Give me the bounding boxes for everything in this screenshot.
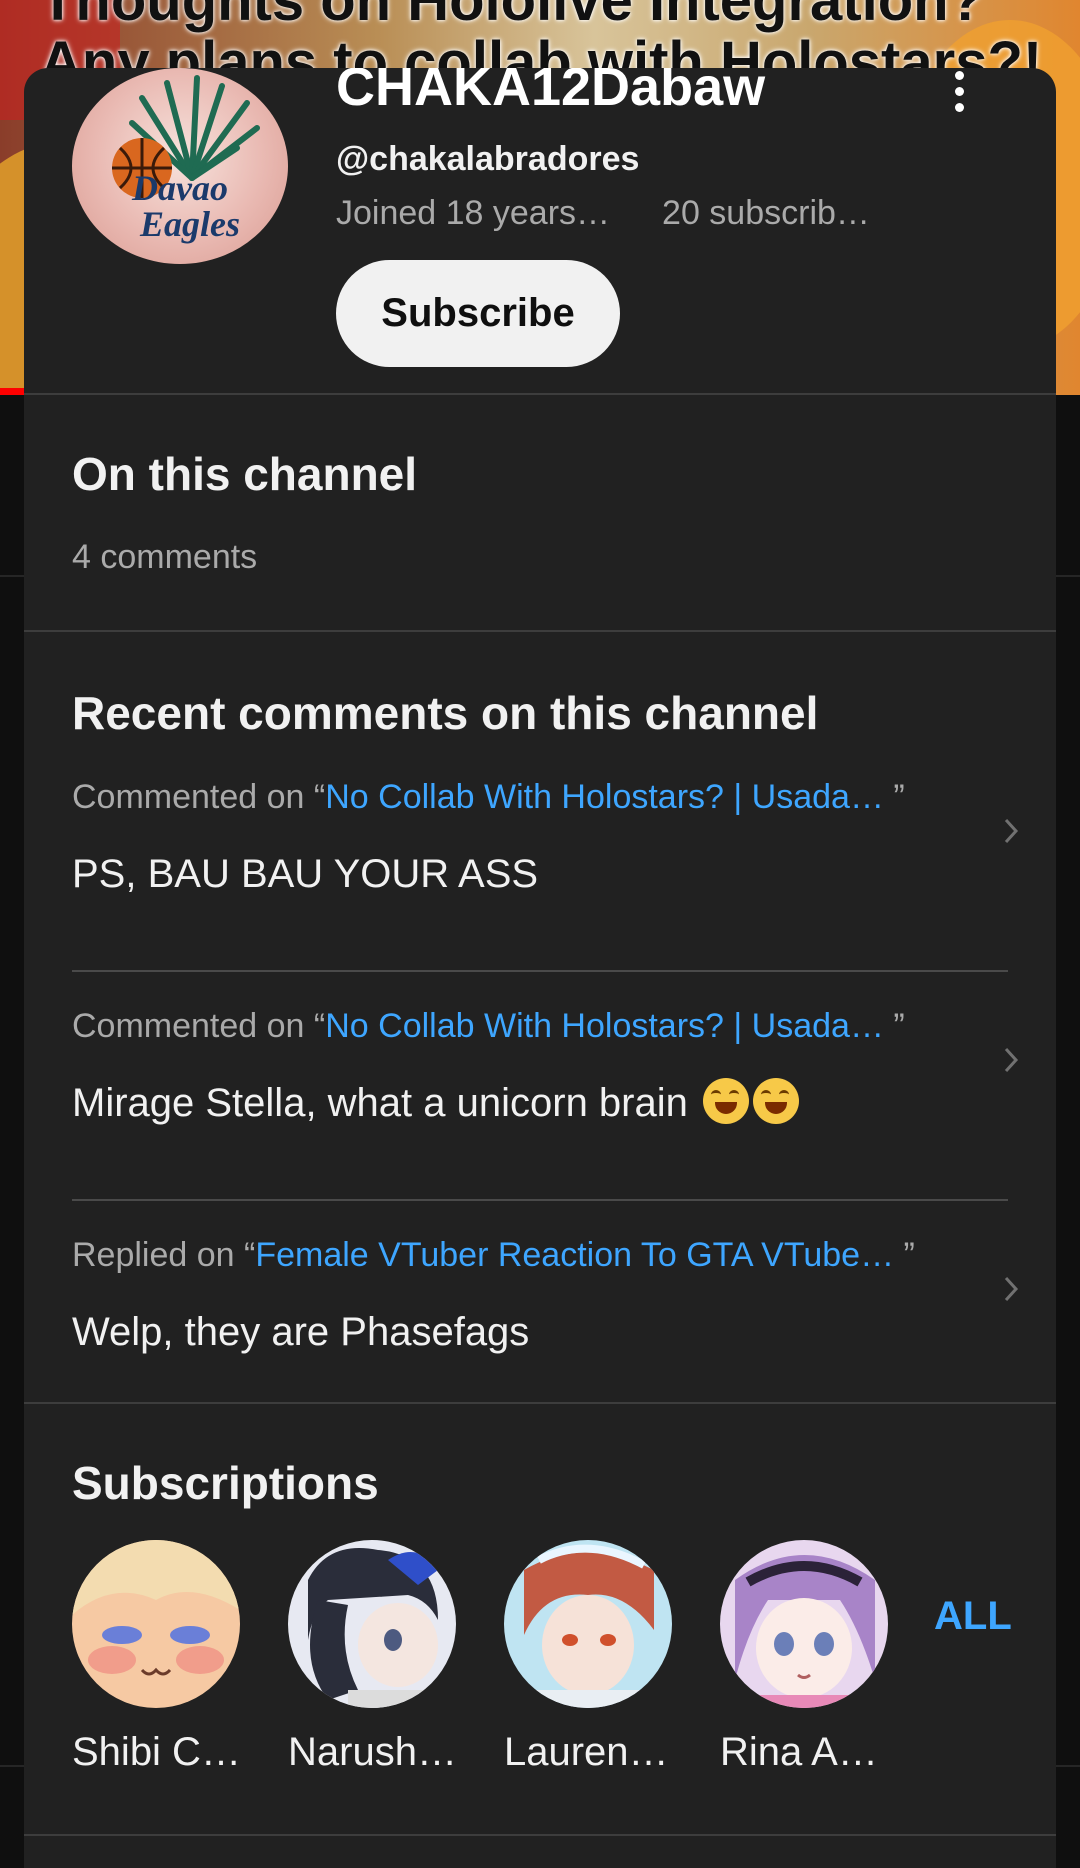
subscription-item[interactable]: Shibi C…: [72, 1540, 242, 1775]
channel-info-sheet: Davao Eagles CHAKA12Dabaw @chakalabrador…: [24, 68, 1056, 1868]
comment-context: Commented on “No Collab With Holostars? …: [72, 778, 905, 817]
more-options-icon[interactable]: [924, 68, 994, 126]
on-this-channel-section: On this channel 4 comments: [24, 395, 1056, 630]
channel-header: Davao Eagles CHAKA12Dabaw @chakalabrador…: [24, 68, 1056, 393]
davao-eagles-logo-icon: Davao Eagles: [112, 75, 260, 244]
subscribe-button[interactable]: Subscribe: [336, 260, 620, 367]
divider: [72, 1199, 1008, 1201]
section-title: Subscriptions: [72, 1457, 379, 1509]
channel-avatar[interactable]: Davao Eagles: [72, 68, 288, 264]
comment-context-suffix: ”: [883, 778, 905, 816]
comment-context: Replied on “Female VTuber Reaction To GT…: [72, 1236, 915, 1275]
comment-context-suffix: ”: [883, 1007, 905, 1045]
subscription-name: Rina A…: [720, 1730, 878, 1774]
subscription-item[interactable]: Lauren…: [504, 1540, 674, 1775]
comment-text: Welp, they are Phasefags: [72, 1310, 530, 1354]
all-subscriptions-link[interactable]: ALL: [934, 1594, 1012, 1639]
laughing-emoji-icon: [703, 1078, 750, 1125]
divider: [24, 1834, 1056, 1836]
comment-context: Commented on “No Collab With Holostars? …: [72, 1007, 905, 1046]
subscription-avatar: [504, 1540, 672, 1708]
comment-item[interactable]: Commented on “No Collab With Holostars? …: [24, 1007, 1056, 1235]
video-title-line1: Thoughts on Hololive Integration?: [40, 0, 985, 33]
divider: [72, 970, 1008, 972]
subscriber-count: 20 subscrib…: [662, 194, 870, 232]
channel-name: CHAKA12Dabaw: [336, 68, 766, 117]
chevron-right-icon[interactable]: [996, 1045, 1026, 1075]
svg-text:Eagles: Eagles: [139, 204, 240, 244]
section-title: Recent comments on this channel: [72, 687, 819, 739]
section-title: On this channel: [72, 448, 418, 500]
video-link[interactable]: No Collab With Holostars? | Usada…: [325, 778, 884, 816]
laughing-emoji-icon: [753, 1078, 800, 1125]
subscription-avatar: [72, 1540, 240, 1708]
comment-context-suffix: ”: [894, 1236, 915, 1274]
svg-text:Davao: Davao: [131, 168, 228, 208]
subscription-avatar: [288, 1540, 456, 1708]
video-link[interactable]: Female VTuber Reaction To GTA VTube…: [255, 1236, 894, 1274]
comment-item[interactable]: Commented on “No Collab With Holostars? …: [24, 778, 1056, 1006]
comment-context-prefix: Commented on “: [72, 1007, 326, 1045]
comment-text-wrap: Mirage Stella, what a unicorn brain: [72, 1078, 800, 1128]
channel-meta: Joined 18 years… 20 subscrib…: [336, 194, 870, 233]
subscription-item[interactable]: Rina A…: [720, 1540, 890, 1775]
comment-context-prefix: Replied on “: [72, 1236, 256, 1274]
subscription-name: Lauren…: [504, 1730, 669, 1774]
recent-comments-section: Recent comments on this channel Commente…: [24, 632, 1056, 1402]
channel-handle: @chakalabradores: [336, 140, 640, 178]
chevron-right-icon[interactable]: [996, 816, 1026, 846]
joined-date: Joined 18 years…: [336, 194, 611, 232]
chevron-right-icon[interactable]: [996, 1274, 1026, 1304]
comment-context-prefix: Commented on “: [72, 778, 326, 816]
subscription-name: Shibi C…: [72, 1730, 241, 1774]
video-link[interactable]: No Collab With Holostars? | Usada…: [325, 1007, 884, 1045]
subscription-name: Narush…: [288, 1730, 457, 1774]
comment-count: 4 comments: [72, 538, 258, 576]
comment-text: Mirage Stella, what a unicorn brain: [72, 1081, 688, 1125]
subscription-avatar: [720, 1540, 888, 1708]
subscriptions-section: Subscriptions Shibi C… Narush… Lauren… R…: [24, 1404, 1056, 1834]
comment-text: PS, BAU BAU YOUR ASS: [72, 852, 539, 896]
subscription-item[interactable]: Narush…: [288, 1540, 458, 1775]
